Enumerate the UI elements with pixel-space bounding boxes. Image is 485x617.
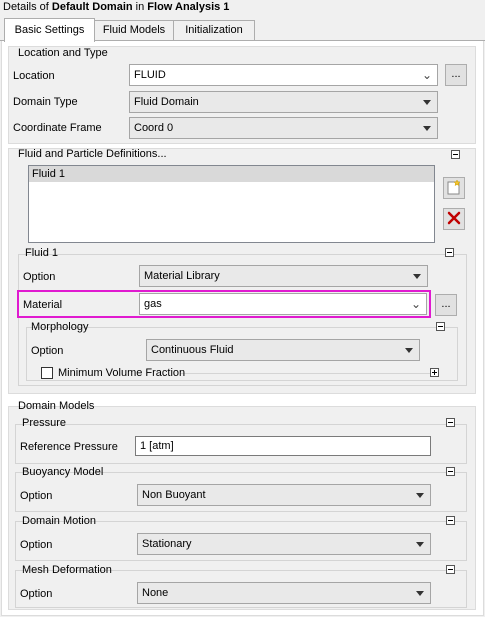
- dropdown-arrow-icon: [416, 591, 424, 596]
- buoyancy-option-dropdown[interactable]: Non Buoyant: [137, 484, 431, 506]
- collapse-icon[interactable]: [446, 418, 455, 427]
- material-combo[interactable]: gas ⌄: [139, 293, 427, 315]
- mesh-option-label: Option: [20, 588, 53, 600]
- new-item-icon: [447, 179, 461, 195]
- morphology-option-value: Continuous Fluid: [151, 344, 234, 356]
- location-browse-button[interactable]: ...: [445, 64, 467, 86]
- reference-pressure-label: Reference Pressure: [20, 441, 118, 453]
- buoyancy-option-value: Non Buoyant: [142, 489, 206, 501]
- tab-basic-settings[interactable]: Basic Settings: [4, 18, 95, 42]
- tab-label: Basic Settings: [14, 24, 85, 36]
- button-label: ...: [441, 298, 451, 310]
- group-title: Fluid and Particle Definitions...: [18, 148, 167, 160]
- mesh-option-value: None: [142, 587, 169, 599]
- motion-option-label: Option: [20, 539, 53, 551]
- analysis-name: Flow Analysis 1: [147, 1, 230, 13]
- delete-fluid-button[interactable]: [443, 208, 465, 230]
- title-middle: in: [132, 1, 148, 13]
- domain-name: Default Domain: [51, 1, 133, 13]
- collapse-icon[interactable]: [451, 150, 460, 159]
- material-value: gas: [144, 298, 162, 310]
- divider: [180, 373, 430, 374]
- domain-type-value: Fluid Domain: [134, 96, 199, 108]
- fluid-option-label: Option: [23, 271, 56, 283]
- dropdown-arrow-icon: [405, 348, 413, 353]
- collapse-icon[interactable]: [436, 322, 445, 331]
- location-label: Location: [13, 70, 55, 82]
- collapse-icon[interactable]: [446, 565, 455, 574]
- mesh-option-dropdown[interactable]: None: [137, 582, 431, 604]
- coord-frame-value: Coord 0: [134, 122, 174, 134]
- group-title: Location and Type: [18, 47, 108, 59]
- button-label: ...: [451, 68, 461, 80]
- fluid-option-dropdown[interactable]: Material Library: [139, 265, 428, 287]
- group-title: Domain Motion: [22, 515, 96, 527]
- tab-fluid-models[interactable]: Fluid Models: [94, 20, 174, 41]
- tab-label: Initialization: [185, 24, 243, 36]
- dropdown-arrow-icon: [423, 100, 431, 105]
- coord-frame-label: Coordinate Frame: [13, 122, 102, 134]
- tab-initialization[interactable]: Initialization: [173, 20, 255, 41]
- morphology-option-label: Option: [31, 345, 64, 357]
- add-fluid-button[interactable]: [443, 177, 465, 199]
- fluid-option-value: Material Library: [144, 270, 220, 282]
- domain-type-dropdown[interactable]: Fluid Domain: [129, 91, 438, 113]
- group-title: Domain Models: [18, 400, 95, 412]
- chevron-down-icon: ⌄: [421, 68, 432, 82]
- collapse-icon[interactable]: [446, 516, 455, 525]
- motion-option-dropdown[interactable]: Stationary: [137, 533, 431, 555]
- title-prefix: Details of: [3, 1, 52, 13]
- details-title: Details of Default Domain in Flow Analys…: [3, 0, 229, 14]
- morphology-option-dropdown[interactable]: Continuous Fluid: [146, 339, 420, 361]
- location-combo[interactable]: FLUID ⌄: [129, 64, 438, 86]
- min-volume-fraction-checkbox[interactable]: [41, 367, 53, 379]
- material-label: Material: [23, 299, 63, 311]
- group-title: Fluid 1: [25, 247, 59, 259]
- group-title: Mesh Deformation: [22, 564, 112, 576]
- delete-x-icon: [447, 211, 461, 225]
- fluid-list[interactable]: Fluid 1: [28, 165, 435, 243]
- domain-type-label: Domain Type: [13, 96, 78, 108]
- expand-icon[interactable]: [430, 368, 439, 377]
- dropdown-arrow-icon: [413, 274, 421, 279]
- collapse-icon[interactable]: [446, 467, 455, 476]
- dropdown-arrow-icon: [416, 542, 424, 547]
- location-value: FLUID: [134, 69, 166, 81]
- min-volume-fraction-label: Minimum Volume Fraction: [58, 367, 186, 379]
- reference-pressure-input[interactable]: 1 [atm]: [135, 436, 431, 456]
- coord-frame-dropdown[interactable]: Coord 0: [129, 117, 438, 139]
- material-browse-button[interactable]: ...: [435, 294, 457, 316]
- group-title: Buoyancy Model: [22, 466, 104, 478]
- chevron-down-icon: ⌄: [410, 297, 421, 311]
- reference-pressure-value: 1 [atm]: [140, 440, 174, 452]
- dropdown-arrow-icon: [416, 493, 424, 498]
- dropdown-arrow-icon: [423, 126, 431, 131]
- group-title: Pressure: [22, 417, 67, 429]
- collapse-icon[interactable]: [445, 248, 454, 257]
- list-item[interactable]: Fluid 1: [29, 166, 434, 182]
- group-title: Morphology: [31, 321, 89, 333]
- tab-label: Fluid Models: [102, 24, 166, 36]
- motion-option-value: Stationary: [142, 538, 192, 550]
- buoyancy-option-label: Option: [20, 490, 53, 502]
